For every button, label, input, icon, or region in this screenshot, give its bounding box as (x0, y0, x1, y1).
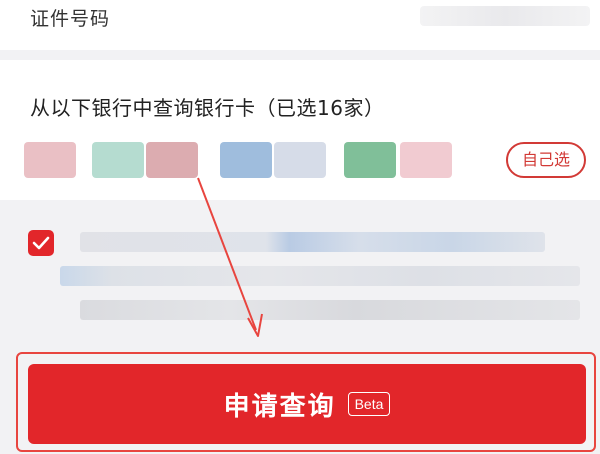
bank-logo (146, 142, 198, 178)
check-icon (32, 236, 50, 250)
agreement-text-blurred (80, 300, 580, 320)
agreement-checkbox[interactable] (28, 230, 54, 256)
bank-selection-heading: 从以下银行中查询银行卡（已选16家） (30, 96, 385, 120)
bank-logo (344, 142, 396, 178)
bank-logo (24, 142, 76, 178)
agreement-text-blurred (80, 232, 545, 252)
bank-selection-card: 从以下银行中查询银行卡（已选16家） 自己选 (0, 60, 600, 200)
bank-logo (220, 142, 272, 178)
apply-query-button[interactable]: 申请查询 Beta (28, 364, 586, 444)
bank-logo (274, 142, 326, 178)
bank-logo-list (24, 142, 464, 178)
id-number-label: 证件号码 (30, 8, 111, 30)
bank-logo (92, 142, 144, 178)
bank-logo (400, 142, 452, 178)
id-number-field[interactable]: 证件号码 (0, 0, 600, 50)
apply-query-label: 申请查询 (223, 391, 336, 422)
beta-badge: Beta (347, 392, 391, 416)
agreement-text-blurred (60, 266, 580, 286)
self-select-button[interactable]: 自己选 (506, 142, 586, 178)
agreement-area (0, 210, 600, 340)
id-number-value-blurred (420, 6, 590, 26)
